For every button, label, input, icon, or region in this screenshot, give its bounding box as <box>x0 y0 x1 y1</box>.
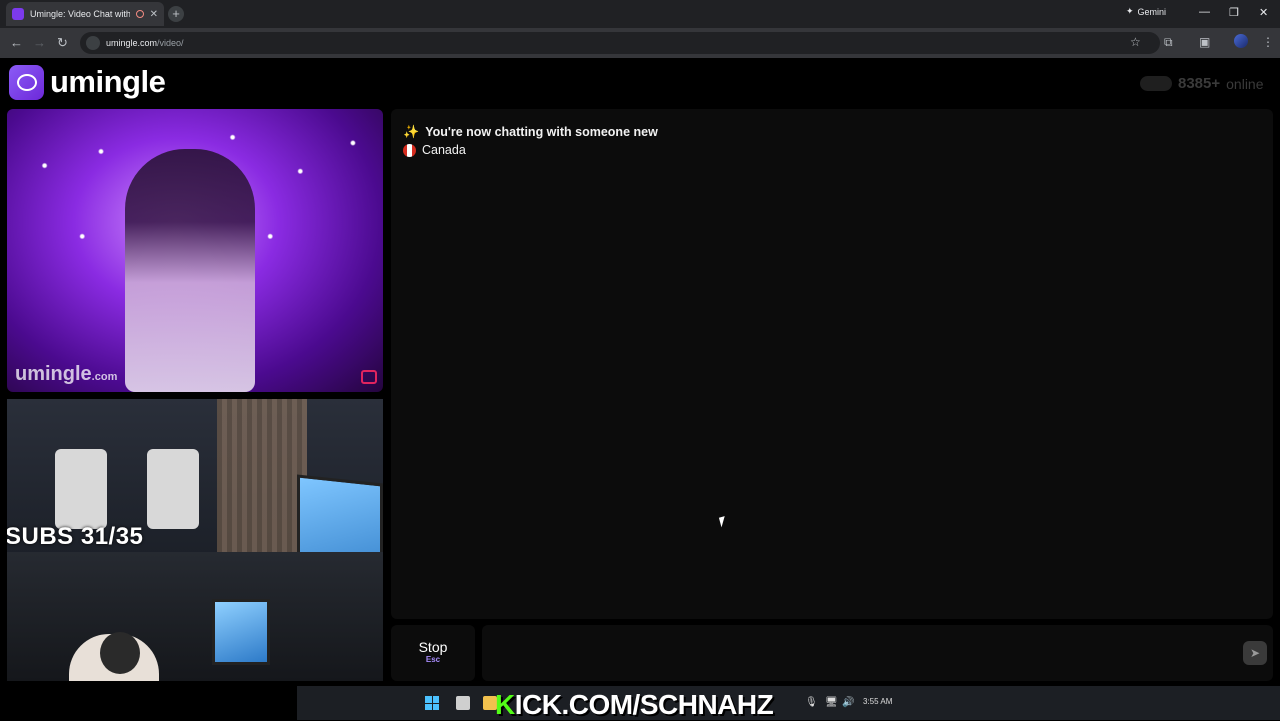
network-icon[interactable]: 🖥 <box>825 697 838 708</box>
tab-close-icon[interactable]: ✕ <box>150 9 158 20</box>
browser-menu-icon[interactable]: ⋮ <box>1262 35 1274 49</box>
minimize-button[interactable]: — <box>1199 6 1210 18</box>
online-count: 8385+ <box>1178 75 1221 92</box>
gemini-sparkle-icon: ✦ <box>1126 6 1134 16</box>
canada-flag-icon <box>403 143 416 157</box>
online-label: online <box>1226 75 1264 92</box>
online-indicator: 8385+ online <box>1140 75 1264 92</box>
stop-button[interactable]: Stop Esc <box>391 625 475 681</box>
profile-avatar[interactable] <box>1234 34 1248 48</box>
partner-country: Canada <box>403 143 466 157</box>
logo-text: umingle <box>50 64 166 99</box>
subs-counter: SUBS 31/35 <box>7 523 144 550</box>
url-bar[interactable]: umingle.com/video/ <box>80 32 1160 54</box>
message-box: ➤ <box>482 625 1273 681</box>
sparkle-icon: ✨ <box>403 124 420 139</box>
umingle-favicon-icon <box>12 8 24 20</box>
report-flag-icon[interactable] <box>361 370 377 384</box>
jersey <box>55 449 107 529</box>
kick-channel-overlay: KICK.COM/SCHNAHZ <box>495 689 774 720</box>
new-tab-button[interactable]: + <box>168 6 184 22</box>
partner-figure <box>125 149 255 392</box>
chat-panel: ✨ You're now chatting with someone new C… <box>391 109 1273 619</box>
tab-bar: Umingle: Video Chat with S ✕ + ✦ Gemini … <box>0 0 1280 28</box>
browser-chrome: Umingle: Video Chat with S ✕ + ✦ Gemini … <box>0 0 1280 58</box>
country-name: Canada <box>422 143 466 157</box>
umingle-watermark: umingle.com <box>15 363 118 385</box>
stop-label: Stop <box>418 639 448 655</box>
window-close-button[interactable]: ✕ <box>1259 6 1268 19</box>
windows-start-icon[interactable] <box>425 696 439 710</box>
back-button[interactable]: ← <box>10 35 23 50</box>
volume-icon[interactable]: 🔊 <box>842 697 854 708</box>
streamer-head <box>100 632 140 674</box>
jersey <box>147 449 199 529</box>
restore-button[interactable]: ❐ <box>1229 6 1239 19</box>
streamer-webcam <box>7 552 383 681</box>
side-panel-icon[interactable]: ▣ <box>1199 35 1210 49</box>
gemini-button[interactable]: ✦ Gemini <box>1126 6 1166 17</box>
browser-tab-umingle[interactable]: Umingle: Video Chat with S ✕ <box>6 2 164 26</box>
chat-bubble-logo-icon <box>9 64 44 100</box>
site-info-icon[interactable] <box>86 36 100 50</box>
tab-title: Umingle: Video Chat with S <box>30 9 130 19</box>
taskbar: KICK.COM/SCHNAHZ 🎙 🖥 🔊 3:55 AM <box>297 686 1280 720</box>
extensions-icon[interactable]: ⧉ <box>1164 35 1173 50</box>
umingle-app: umingle 8385+ online umingle.com SUBS 31… <box>0 58 1280 720</box>
gemini-label: Gemini <box>1137 6 1167 17</box>
url-text: umingle.com/video/ <box>106 38 184 48</box>
theme-toggle[interactable] <box>1140 76 1172 91</box>
partner-video: umingle.com <box>7 109 383 392</box>
recording-icon <box>135 10 144 18</box>
tv-screen <box>212 599 270 665</box>
stop-shortcut: Esc <box>425 655 441 664</box>
send-icon[interactable]: ➤ <box>1243 641 1267 665</box>
microphone-icon[interactable]: 🎙 <box>805 697 818 708</box>
address-bar-row: ← → ↻ umingle.com/video/ ☆ ⧉ ▣ ⋮ <box>0 28 1280 58</box>
site-logo[interactable]: umingle <box>9 64 166 100</box>
own-camera-feed: SUBS 31/35 <box>7 399 383 681</box>
taskbar-clock[interactable]: 3:55 AM <box>863 697 892 706</box>
forward-button[interactable]: → <box>33 35 46 50</box>
chat-status: ✨ You're now chatting with someone new <box>403 124 658 140</box>
reload-button[interactable]: ↻ <box>57 35 68 51</box>
message-input[interactable] <box>492 635 1232 671</box>
task-view-icon[interactable] <box>456 696 470 710</box>
status-message: You're now chatting with someone new <box>425 125 658 139</box>
bookmark-star-icon[interactable]: ☆ <box>1130 35 1141 49</box>
